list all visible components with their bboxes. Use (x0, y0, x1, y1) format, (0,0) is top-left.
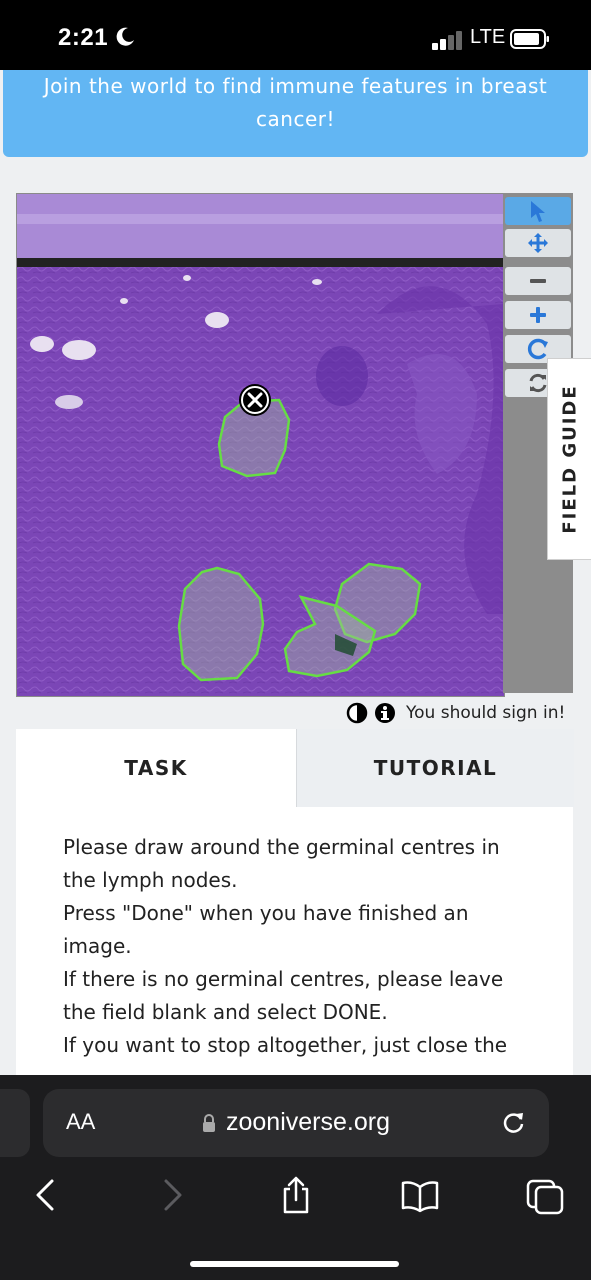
task-instruction-3: If there is no germinal centres, please … (63, 967, 504, 1024)
task-instruction-1: Please draw around the germinal centres … (63, 835, 500, 892)
sign-in-prompt[interactable]: You should sign in! (406, 703, 565, 723)
moon-icon (116, 27, 134, 46)
zoom-out-button[interactable] (505, 267, 571, 295)
previous-tab-preview[interactable] (0, 1089, 30, 1157)
tab-task[interactable]: TASK (16, 729, 296, 807)
task-panel: Please draw around the germinal centres … (16, 807, 573, 1082)
tab-tutorial[interactable]: TUTORIAL (296, 729, 574, 807)
move-icon (528, 233, 548, 253)
field-guide-tab[interactable]: FIELD GUIDE (547, 358, 591, 560)
annotate-tool-button[interactable] (505, 197, 571, 225)
minus-icon (530, 279, 546, 283)
text-size-button[interactable]: AA (66, 1109, 95, 1135)
address-bar[interactable]: AA zooniverse.org (43, 1089, 549, 1157)
url-text[interactable]: zooniverse.org (226, 1108, 390, 1137)
rotate-icon (527, 338, 548, 360)
announcement-banner: Join the world to find immune features i… (3, 70, 588, 157)
zoom-in-button[interactable] (505, 301, 571, 329)
move-tool-button[interactable] (505, 229, 571, 257)
forward-icon[interactable] (158, 1175, 188, 1215)
lock-icon (203, 1114, 215, 1132)
bookmarks-icon[interactable] (400, 1175, 440, 1215)
tissue-image[interactable] (17, 194, 504, 696)
delete-outline-icon (239, 384, 271, 416)
back-icon[interactable] (30, 1175, 60, 1215)
task-tabs: TASK TUTORIAL (16, 729, 574, 807)
pointer-icon (531, 201, 545, 222)
reload-icon[interactable] (501, 1109, 527, 1135)
tabs-icon[interactable] (526, 1175, 566, 1215)
task-instruction-2: Press "Done" when you have finished an i… (63, 901, 469, 958)
info-line: You should sign in! (346, 700, 565, 726)
status-bar: 2:21 LTE (0, 0, 591, 70)
task-instruction-4: If you want to stop altogether, just clo… (63, 1033, 508, 1057)
home-indicator (190, 1261, 399, 1267)
status-time: 2:21 (58, 24, 109, 51)
share-icon[interactable] (280, 1175, 312, 1215)
network-type: LTE (470, 26, 506, 48)
contrast-icon[interactable] (346, 702, 368, 724)
info-icon[interactable] (374, 702, 396, 724)
banner-text: Join the world to find immune features i… (43, 74, 548, 131)
refresh-icon (529, 373, 547, 393)
field-guide-label: FIELD GUIDE (559, 384, 581, 534)
plus-icon (530, 307, 546, 323)
battery-icon (510, 29, 549, 49)
browser-bottom-bar: AA zooniverse.org (0, 1075, 591, 1280)
signal-icon (432, 31, 462, 50)
subject-image-viewer[interactable] (16, 193, 505, 697)
